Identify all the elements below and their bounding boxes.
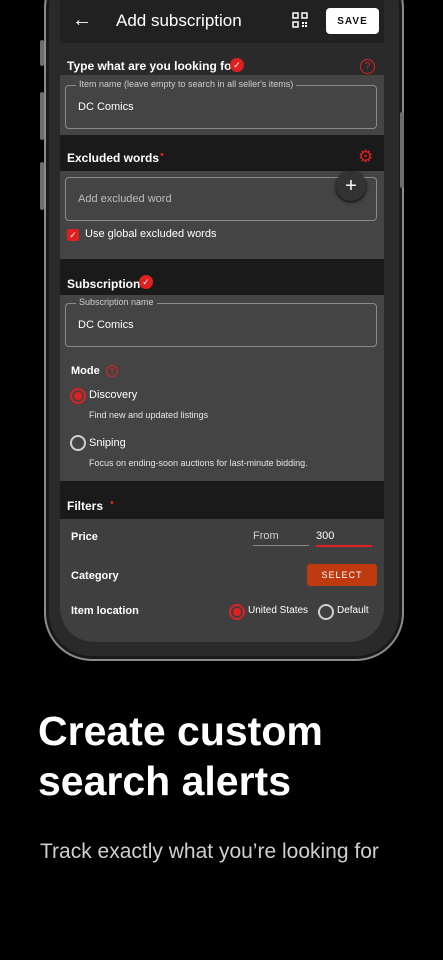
excluded-section-header: Excluded words • ⚙ [60,135,384,171]
subscription-check-icon: ✓ [139,275,153,289]
global-excluded-checkbox[interactable]: ✓ [67,229,79,241]
filters-panel: Price From 300 Category SELECT Item loca… [60,519,384,642]
verified-check-icon: ✓ [230,58,244,72]
location-us-radio[interactable] [229,604,245,620]
price-to-input[interactable]: 300 [316,530,372,547]
subscription-name-field[interactable]: Subscription name DC Comics [65,297,377,347]
settings-gear-icon[interactable]: ⚙ [358,147,373,167]
promo-subline: Track exactly what you’re looking for [40,840,379,863]
item-name-value: DC Comics [78,101,134,113]
app-bar: ← Add subscription SAVE [60,0,384,43]
subscription-name-value: DC Comics [78,319,134,331]
filters-required-marker: • [110,497,114,509]
save-button[interactable]: SAVE [326,8,379,34]
excluded-word-placeholder: Add excluded word [78,193,172,205]
location-default-label: Default [337,605,369,616]
search-panel: Item name (leave empty to search in all … [60,75,384,135]
app-screen: ← Add subscription SAVE Type what are yo… [60,0,384,642]
location-us-label: United States [248,605,309,616]
phone-side-button [400,112,404,188]
mode-sniping-label: Sniping [89,437,126,449]
mode-sniping-description: Focus on ending-soon auctions for last-m… [89,458,308,468]
subscription-panel: Subscription name DC Comics Mode ? Disco… [60,295,384,481]
mode-discovery-description: Find new and updated listings [89,410,209,420]
subscription-name-label: Subscription name [76,297,157,307]
search-header-text: Type what are you looking for [67,59,237,73]
subscription-section-header: Subscription ✓ [60,259,384,295]
category-label: Category [71,570,119,582]
item-location-label: Item location [71,605,139,617]
mode-discovery-radio[interactable] [70,388,86,404]
price-label: Price [71,531,98,543]
phone-side-button [40,40,44,66]
mode-sniping-radio[interactable] [70,435,86,451]
help-icon[interactable]: ? [360,59,375,74]
add-word-button[interactable]: + [336,171,366,201]
price-from-input[interactable]: From [253,530,309,546]
item-name-label: Item name (leave empty to search in all … [76,79,297,89]
filters-section-header: Filters • [60,481,384,519]
item-name-field[interactable]: Item name (leave empty to search in all … [65,79,377,129]
phone-side-button [40,162,44,210]
filters-header-text: Filters [67,499,104,513]
promo-headline: Create custom search alerts [38,708,323,804]
location-default-radio[interactable] [318,604,334,620]
mode-discovery-label: Discovery [89,389,138,401]
global-excluded-label: Use global excluded words [85,228,217,240]
excluded-panel: Add excluded word + ✓ Use global exclude… [60,171,384,259]
mode-help-icon[interactable]: ? [106,365,118,377]
search-section-header: Type what are you looking for ✓ ? [60,43,384,75]
qr-code-icon[interactable] [292,12,308,28]
back-arrow-icon[interactable]: ← [72,9,92,32]
required-marker: • [160,149,164,161]
subscription-header-text: Subscription [67,277,141,291]
category-select-button[interactable]: SELECT [307,564,377,586]
excluded-header-text: Excluded words [67,151,160,165]
phone-side-button [40,92,44,140]
page-title: Add subscription [116,11,242,30]
mode-label: Mode [71,365,100,377]
excluded-word-field[interactable]: Add excluded word [65,177,377,221]
